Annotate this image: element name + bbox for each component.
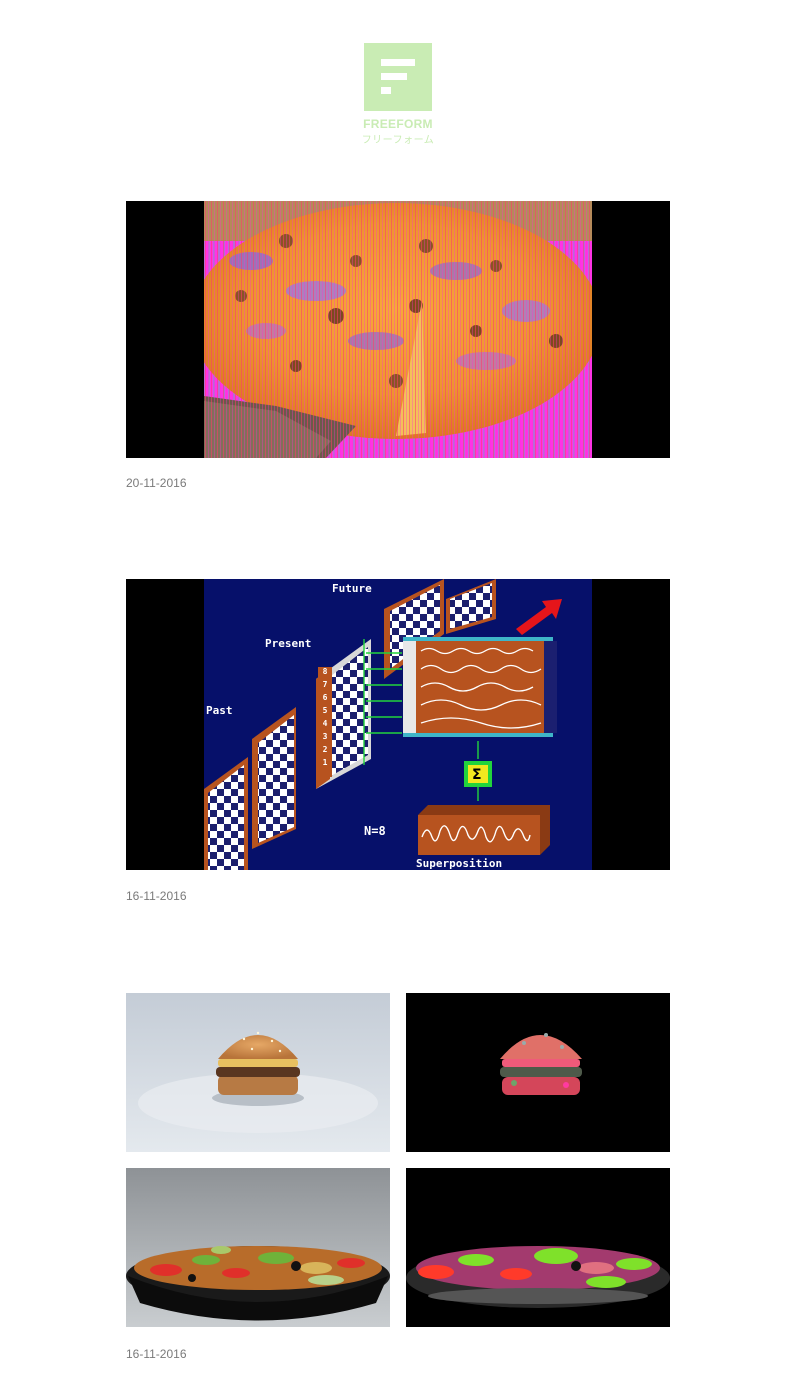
site-subtitle: フリーフォーム	[361, 135, 435, 146]
burger-photo[interactable]	[126, 993, 390, 1152]
digit: 4	[322, 719, 328, 728]
salad-segmentation[interactable]	[406, 1168, 670, 1327]
pizza-video[interactable]	[126, 201, 670, 458]
pizza-image	[126, 201, 670, 458]
label-future: Future	[332, 582, 372, 595]
digit-column: 8 7 6 5 4 3 2 1	[318, 667, 332, 777]
salad-seg-image	[406, 1168, 670, 1327]
freeform-f-icon-mid	[381, 73, 407, 80]
label-past: Past	[206, 704, 233, 717]
superposition-video[interactable]: Future Present Past N=8 Σ Superposition	[126, 579, 670, 870]
label-sigma: Σ	[472, 767, 482, 783]
salad-photo[interactable]	[126, 1168, 390, 1327]
digit: 3	[322, 732, 328, 741]
burger-image	[126, 993, 390, 1152]
superposition-diagram: Future Present Past N=8 Σ Superposition	[126, 579, 670, 870]
post-date[interactable]: 16-11-2016	[126, 1347, 187, 1361]
digit: 1	[322, 758, 328, 767]
digit: 5	[322, 706, 328, 715]
freeform-f-icon-low	[381, 87, 391, 94]
post-date[interactable]: 16-11-2016	[126, 889, 187, 903]
freeform-f-icon	[381, 59, 415, 66]
label-present: Present	[265, 637, 311, 650]
burger-segmentation[interactable]	[406, 993, 670, 1152]
post-date[interactable]: 20-11-2016	[126, 476, 187, 490]
site-title[interactable]: FREEFORM	[300, 117, 496, 131]
salad-image	[126, 1168, 390, 1327]
label-n: N=8	[364, 824, 386, 838]
digit: 8	[322, 667, 328, 676]
digit: 7	[322, 680, 328, 689]
superposition-wave	[418, 805, 550, 855]
digit: 2	[322, 745, 328, 754]
freeform-logo[interactable]	[364, 43, 432, 111]
digit: 6	[322, 693, 328, 702]
label-superposition: Superposition	[416, 857, 502, 870]
wave-stack	[403, 637, 557, 737]
burger-seg-image	[406, 993, 670, 1152]
